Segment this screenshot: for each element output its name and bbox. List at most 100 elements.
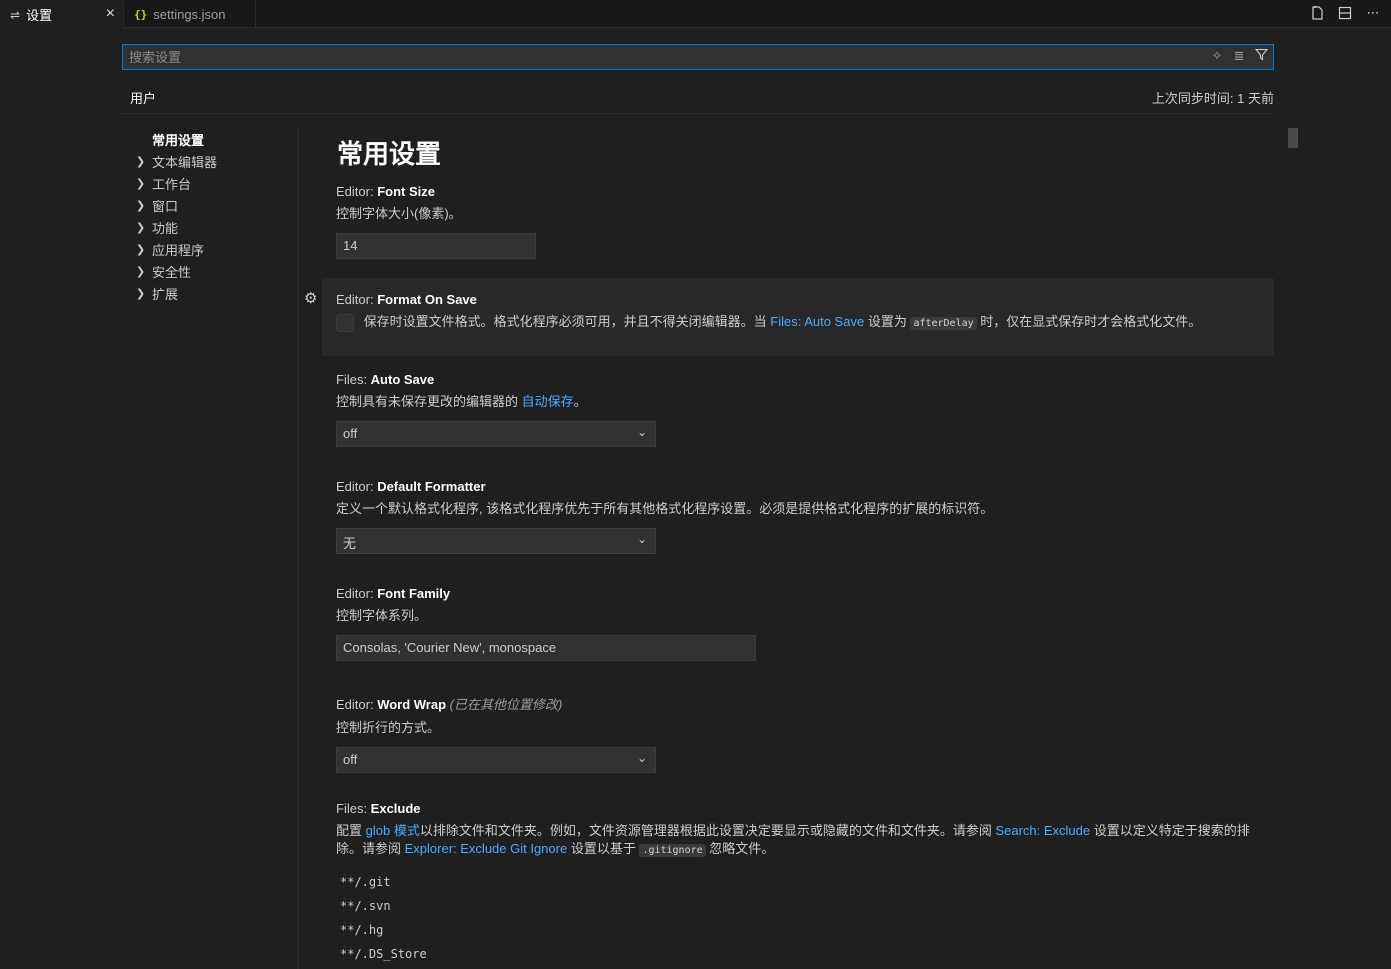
- desc-text: 时，仅在显式保存时才会格式化文件。: [976, 314, 1202, 329]
- chevron-down-icon: ⌄: [636, 425, 647, 439]
- list-item[interactable]: **/.DS_Store: [336, 942, 1274, 966]
- code-span: afterDelay: [910, 317, 977, 330]
- setting-name: Font Size: [377, 184, 435, 199]
- toc-item-text-editor[interactable]: ❯ 文本编辑器: [122, 150, 298, 172]
- toc-item-application[interactable]: ❯ 应用程序: [122, 238, 298, 260]
- tab-settings-label: 设置: [26, 8, 53, 23]
- search-exclude-link[interactable]: Search: Exclude: [995, 823, 1090, 838]
- toc-item-label: 窗口: [152, 198, 179, 214]
- setting-description: 定义一个默认格式化程序, 该格式化程序优先于所有其他格式化程序设置。必须是提供格…: [336, 501, 994, 516]
- toc-item-features[interactable]: ❯ 功能: [122, 216, 298, 238]
- chevron-right-icon: ❯: [136, 287, 146, 300]
- toc-item-label: 工作台: [152, 176, 192, 192]
- setting-category: Editor:: [336, 292, 378, 307]
- setting-title: Editor: Default Formatter: [336, 479, 1274, 494]
- desc-text: 配置: [336, 823, 366, 838]
- close-icon[interactable]: ×: [106, 5, 115, 23]
- toc-item-window[interactable]: ❯ 窗口: [122, 194, 298, 216]
- setting-title: Editor: Font Size: [336, 184, 1274, 199]
- toc-item-security[interactable]: ❯ 安全性: [122, 260, 298, 282]
- setting-name: Default Formatter: [377, 479, 486, 494]
- json-icon: {}: [134, 7, 148, 21]
- setting-files-exclude: Files: Exclude 配置 glob 模式以排除文件和文件夹。例如，文件…: [322, 801, 1274, 966]
- word-wrap-select[interactable]: off ⌄: [336, 747, 656, 773]
- code-span: .gitignore: [639, 844, 706, 857]
- setting-word-wrap: Editor: Word Wrap (已在其他位置修改) 控制折行的方式。 of…: [322, 694, 1274, 773]
- setting-category: Editor:: [336, 184, 378, 199]
- clear-filter-icon[interactable]: ≣: [1231, 48, 1247, 64]
- setting-title: Editor: Format On Save: [336, 292, 1274, 307]
- tab-settings[interactable]: ⇌ 设置 ×: [0, 0, 124, 28]
- list-item[interactable]: **/.hg: [336, 918, 1274, 942]
- editor-actions: ⋯: [1309, 4, 1381, 22]
- desc-text: 设置为: [864, 314, 911, 329]
- setting-description: 保存时设置文件格式。格式化程序必须可用，并且不得关闭编辑器。当 Files: A…: [336, 313, 1274, 333]
- section-title: 常用设置: [337, 139, 442, 169]
- gear-icon[interactable]: ⚙: [304, 289, 317, 307]
- search-input[interactable]: [129, 49, 1179, 65]
- tab-settings-json[interactable]: {} settings.json: [124, 0, 256, 28]
- list-item[interactable]: **/.svn: [336, 894, 1274, 918]
- auto-save-link[interactable]: 自动保存: [522, 394, 574, 409]
- toc-item-label: 应用程序: [152, 242, 205, 258]
- exclude-pattern-list: **/.git **/.svn **/.hg **/.DS_Store: [336, 870, 1274, 966]
- desc-text: 保存时设置文件格式。格式化程序必须可用，并且不得关闭编辑器。当: [363, 314, 771, 329]
- toc-item-label: 功能: [152, 220, 179, 236]
- list-item[interactable]: **/.git: [336, 870, 1274, 894]
- chevron-right-icon: ❯: [136, 199, 146, 212]
- setting-name: Exclude: [370, 801, 421, 816]
- setting-description: 控制折行的方式。: [336, 720, 441, 735]
- setting-category: Editor:: [336, 586, 378, 601]
- setting-category: Files:: [336, 801, 371, 816]
- modified-indicator[interactable]: (已在其他位置修改): [450, 697, 563, 712]
- explorer-exclude-git-ignore-link[interactable]: Explorer: Exclude Git Ignore: [405, 841, 568, 856]
- setting-name: Auto Save: [370, 372, 435, 387]
- glob-pattern-link[interactable]: glob 模式: [366, 823, 420, 838]
- setting-title: Files: Exclude: [336, 801, 1274, 816]
- font-size-input[interactable]: 14: [336, 233, 536, 259]
- select-value: off: [343, 426, 358, 441]
- format-on-save-checkbox[interactable]: [336, 313, 354, 332]
- desc-text: 控制具有未保存更改的编辑器的: [336, 394, 522, 409]
- setting-font-size: Editor: Font Size 控制字体大小(像素)。 14: [322, 184, 1274, 259]
- editor-tab-bar: ⇌ 设置 × {} settings.json ⋯: [0, 0, 1391, 28]
- setting-title: Files: Auto Save: [336, 372, 1274, 387]
- chevron-right-icon: ❯: [136, 155, 146, 168]
- setting-category: Files:: [336, 372, 371, 387]
- setting-name: Font Family: [377, 586, 451, 601]
- setting-category: Editor:: [336, 479, 378, 494]
- default-formatter-select[interactable]: 无 ⌄: [336, 528, 656, 554]
- desc-text: 。: [573, 394, 587, 409]
- tab-user[interactable]: 用户: [122, 86, 164, 114]
- files-auto-save-link[interactable]: Files: Auto Save: [770, 314, 864, 329]
- desc-text: 设置以基于: [567, 841, 640, 856]
- setting-title: Editor: Word Wrap (已在其他位置修改): [336, 694, 1274, 713]
- font-family-input[interactable]: Consolas, 'Courier New', monospace: [336, 635, 756, 661]
- toc-item-label: 安全性: [152, 264, 192, 280]
- filter-icon[interactable]: [1253, 48, 1269, 64]
- scope-divider: [122, 113, 1274, 114]
- setting-default-formatter: Editor: Default Formatter 定义一个默认格式化程序, 该…: [322, 479, 1274, 554]
- toc-item-workbench[interactable]: ❯ 工作台: [122, 172, 298, 194]
- sparkle-icon[interactable]: ✧: [1209, 48, 1225, 64]
- chevron-right-icon: ❯: [136, 265, 146, 278]
- toc-item-label: 文本编辑器: [152, 154, 218, 170]
- toc-item-common[interactable]: 常用设置: [122, 128, 298, 150]
- toc-item-label: 扩展: [152, 286, 179, 302]
- setting-category: Editor:: [336, 697, 378, 712]
- scrollbar-thumb[interactable]: [1288, 128, 1298, 148]
- desc-text: 以排除文件和文件夹。例如，文件资源管理器根据此设置决定要显示或隐藏的文件和文件夹…: [419, 823, 996, 838]
- chevron-right-icon: ❯: [136, 177, 146, 190]
- toc-divider: [298, 128, 299, 969]
- toc-item-extensions[interactable]: ❯ 扩展: [122, 282, 298, 304]
- setting-description: 控制字体大小(像素)。: [336, 206, 462, 221]
- setting-description: 控制字体系列。: [336, 608, 428, 623]
- auto-save-select[interactable]: off ⌄: [336, 421, 656, 447]
- tab-settings-json-label: settings.json: [153, 6, 226, 22]
- setting-name: Format On Save: [377, 292, 477, 307]
- desc-text: 忽略文件。: [705, 841, 775, 856]
- setting-description: 配置 glob 模式以排除文件和文件夹。例如，文件资源管理器根据此设置决定要显示…: [336, 822, 1256, 860]
- more-actions-icon[interactable]: ⋯: [1365, 4, 1381, 22]
- open-settings-json-icon[interactable]: [1309, 4, 1325, 22]
- split-editor-icon[interactable]: [1337, 4, 1353, 22]
